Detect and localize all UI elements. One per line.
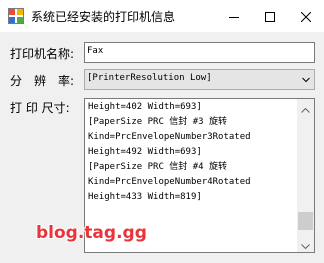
paper-size-label: 打 印 尺寸: — [10, 101, 70, 115]
scroll-up-button[interactable] — [297, 99, 314, 116]
chevron-up-icon — [301, 99, 310, 117]
chevron-down-icon — [301, 234, 310, 252]
scrollbar-thumb[interactable] — [298, 212, 313, 230]
scroll-down-button[interactable] — [297, 235, 314, 252]
close-button[interactable] — [288, 0, 324, 32]
paper-size-lines: Height=402 Width=693] [PaperSize PRC 信封 … — [88, 100, 296, 220]
minimize-button[interactable] — [216, 0, 252, 32]
close-icon — [300, 7, 312, 26]
minimize-icon — [229, 7, 239, 26]
memo-line: Kind=PrcEnvelopeNumber4Rotated — [88, 177, 251, 187]
memo-line: Height=492 Width=693] — [88, 147, 202, 157]
printer-app-icon — [8, 8, 24, 24]
chevron-down-icon — [302, 76, 310, 83]
resolution-label: 分 辨 率: — [10, 74, 75, 88]
memo-line: Kind=PrcEnvelopeNumber3Rotated — [88, 132, 251, 142]
resolution-selected-value: [PrinterResolution Low] — [87, 73, 212, 83]
maximize-icon — [265, 7, 275, 26]
memo-line: Height=433 Width=819] — [88, 192, 202, 202]
window-title: 系统已经安装的打印机信息 — [31, 10, 176, 24]
printer-name-label: 打印机名称: — [10, 47, 75, 61]
memo-line: Height=402 Width=693] — [88, 102, 202, 112]
watermark: blog.tag.gg — [36, 223, 147, 243]
maximize-button[interactable] — [252, 0, 288, 32]
resolution-dropdown[interactable]: [PrinterResolution Low] — [84, 69, 315, 90]
memo-line: [PaperSize PRC 信封 #3 旋转 — [88, 117, 227, 127]
vertical-scrollbar[interactable] — [297, 99, 314, 252]
memo-line — [88, 205, 296, 220]
title-bar[interactable]: 系统已经安装的打印机信息 — [0, 0, 324, 32]
memo-line: [PaperSize PRC 信封 #4 旋转 — [88, 162, 227, 172]
printer-info-window: 系统已经安装的打印机信息 打印机名称: Fax 分 辨 率: [PrinterR… — [0, 0, 324, 263]
printer-name-field[interactable]: Fax — [84, 42, 315, 63]
